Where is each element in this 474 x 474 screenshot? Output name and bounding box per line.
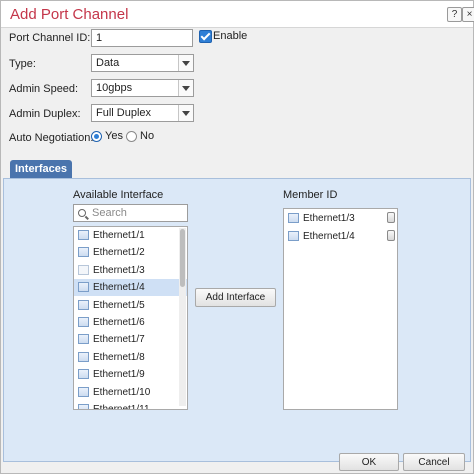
cancel-button[interactable]: Cancel — [403, 453, 465, 471]
trash-icon[interactable] — [387, 212, 395, 223]
list-item[interactable]: Ethernet1/5 — [74, 297, 187, 314]
admin-duplex-value: Full Duplex — [96, 107, 152, 119]
scrollbar[interactable] — [179, 228, 186, 406]
close-button[interactable]: × — [462, 7, 474, 22]
list-item[interactable]: Ethernet1/4 — [284, 228, 397, 245]
chevron-down-icon — [178, 105, 193, 121]
chevron-down-icon — [178, 55, 193, 71]
list-item-label: Ethernet1/4 — [303, 230, 355, 242]
type-select[interactable]: Data — [91, 54, 194, 72]
interface-icon — [78, 299, 89, 310]
list-item[interactable]: Ethernet1/1 — [74, 227, 187, 244]
interface-icon — [78, 317, 89, 327]
type-label: Type: — [9, 58, 36, 70]
list-item[interactable]: Ethernet1/4 — [74, 279, 187, 297]
search-input[interactable]: Search — [73, 204, 188, 222]
list-item[interactable]: Ethernet1/3 — [74, 262, 187, 279]
available-interface-header: Available Interface — [73, 189, 164, 201]
tab-interfaces[interactable]: Interfaces — [10, 160, 72, 178]
list-item-label: Ethernet1/4 — [93, 282, 145, 294]
interface-icon — [78, 264, 89, 275]
auto-negotiation-yes-radio[interactable] — [91, 131, 102, 142]
list-item-label: Ethernet1/2 — [93, 247, 145, 259]
list-item[interactable]: Ethernet1/6 — [74, 314, 187, 331]
auto-negotiation-no-label: No — [140, 130, 155, 142]
interface-icon — [288, 230, 299, 241]
port-channel-id-label: Port Channel ID: — [9, 32, 91, 44]
add-port-channel-dialog: Add Port Channel ? × Port Channel ID: 1 … — [0, 0, 474, 474]
list-item-label: Ethernet1/10 — [93, 386, 151, 398]
auto-negotiation-label: Auto Negotiation: — [9, 132, 94, 144]
chevron-down-icon — [178, 80, 193, 96]
list-item[interactable]: Ethernet1/8 — [74, 349, 187, 366]
list-item-label: Ethernet1/1 — [93, 230, 145, 241]
search-icon — [78, 209, 86, 217]
interface-icon — [78, 282, 89, 293]
list-item-label: Ethernet1/3 — [303, 213, 355, 224]
list-item-label: Ethernet1/9 — [93, 369, 145, 381]
member-id-list[interactable]: Ethernet1/3 Ethernet1/4 — [283, 208, 398, 410]
list-item[interactable]: Ethernet1/9 — [74, 366, 187, 383]
add-interface-button[interactable]: Add Interface — [195, 288, 276, 307]
list-item[interactable]: Ethernet1/7 — [74, 331, 187, 348]
enable-checkbox[interactable] — [199, 30, 212, 43]
ok-button[interactable]: OK — [339, 453, 399, 471]
interface-icon — [78, 230, 89, 240]
interface-icon — [78, 386, 89, 397]
admin-duplex-label: Admin Duplex: — [9, 108, 81, 120]
list-item[interactable]: Ethernet1/10 — [74, 384, 187, 401]
interfaces-panel: Available Interface Search Ethernet1/11 E… — [3, 178, 471, 462]
interface-icon — [288, 213, 299, 223]
member-id-header: Member ID — [283, 189, 338, 201]
list-item-label: Ethernet1/7 — [93, 334, 145, 346]
available-interface-list[interactable]: Ethernet1/11 Ethernet1/10 Ethernet1/9 Ether… — [73, 226, 188, 410]
list-item-label: Ethernet1/11 — [93, 404, 150, 410]
list-item[interactable]: Ethernet1/3 — [284, 210, 397, 227]
admin-speed-value: 10gbps — [96, 82, 133, 94]
auto-negotiation-yes-label: Yes — [105, 130, 123, 142]
help-button[interactable]: ? — [447, 7, 462, 22]
admin-duplex-select[interactable]: Full Duplex — [91, 104, 194, 122]
interface-icon — [78, 247, 89, 258]
interface-icon — [78, 334, 89, 345]
scrollbar-thumb[interactable] — [180, 229, 185, 287]
list-item[interactable]: Ethernet1/2 — [74, 244, 187, 261]
interface-icon — [78, 404, 89, 409]
auto-negotiation-no-radio[interactable] — [126, 131, 137, 142]
admin-speed-label: Admin Speed: — [9, 83, 79, 95]
list-item-label: Ethernet1/5 — [93, 299, 145, 311]
dialog-title: Add Port Channel — [10, 6, 129, 23]
admin-speed-select[interactable]: 10gbps — [91, 79, 194, 97]
port-channel-id-input[interactable]: 1 — [91, 29, 193, 47]
list-item[interactable]: Ethernet1/11 — [74, 401, 187, 410]
enable-label: Enable — [213, 30, 248, 42]
trash-icon[interactable] — [387, 229, 395, 241]
interface-icon — [78, 351, 89, 362]
list-item-label: Ethernet1/3 — [93, 264, 145, 276]
title-bar: Add Port Channel ? × — [1, 1, 474, 28]
list-item-label: Ethernet1/8 — [93, 351, 145, 363]
interface-icon — [78, 369, 89, 380]
list-item-label: Ethernet1/6 — [93, 317, 145, 328]
type-value: Data — [96, 57, 120, 69]
